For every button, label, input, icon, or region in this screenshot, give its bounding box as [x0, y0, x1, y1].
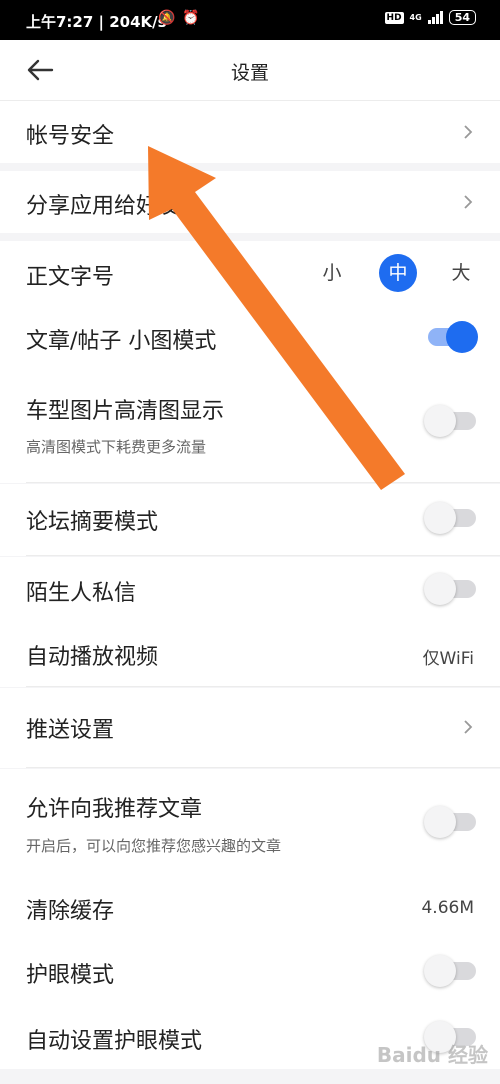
- divider: [26, 555, 500, 556]
- stranger-pm-toggle[interactable]: [424, 573, 478, 605]
- auto-eye-care-label: 自动设置护眼模式: [26, 1029, 203, 1054]
- font-size-medium-option[interactable]: 中: [379, 254, 417, 292]
- forum-summary-label: 论坛摘要模式: [26, 510, 159, 535]
- push-settings-row[interactable]: 推送设置: [0, 688, 500, 768]
- divider: [26, 482, 500, 483]
- hd-images-toggle[interactable]: [424, 405, 478, 437]
- page-title: 设置: [230, 62, 269, 84]
- network-type: 4G: [409, 12, 422, 22]
- divider: [26, 686, 500, 687]
- divider: [26, 767, 500, 768]
- chevron-right-icon: [464, 125, 473, 139]
- font-size-label: 正文字号: [26, 265, 115, 290]
- cache-size-value: 4.66M: [421, 898, 474, 918]
- status-bar: 上午7:27 | 204K/s 🔕 ⏰ HD 4G 54: [0, 0, 500, 40]
- hd-badge: HD: [384, 11, 404, 24]
- forum-summary-row: 论坛摘要模式: [0, 484, 500, 556]
- autoplay-video-value: 仅WiFi: [422, 649, 474, 669]
- signal-icon: [427, 11, 443, 24]
- clear-cache-label: 清除缓存: [26, 899, 115, 924]
- share-app-row[interactable]: 分享应用给好友: [0, 171, 500, 233]
- small-image-mode-label: 文章/帖子 小图模式: [26, 329, 217, 354]
- small-image-mode-row: 文章/帖子 小图模式: [0, 305, 500, 369]
- alarm-icon: ⏰: [182, 10, 200, 26]
- hd-images-row: 车型图片高清图显示 高清图模式下耗费更多流量: [0, 369, 500, 483]
- account-security-row[interactable]: 帐号安全: [0, 101, 500, 163]
- font-size-large-option[interactable]: 大: [442, 254, 480, 292]
- share-app-label: 分享应用给好友: [26, 194, 181, 219]
- eye-care-label: 护眼模式: [26, 963, 115, 988]
- hd-images-label: 车型图片高清图显示: [26, 399, 225, 424]
- recommend-articles-row: 允许向我推荐文章 开启后，可以向您推荐您感兴趣的文章: [0, 769, 500, 873]
- push-settings-label: 推送设置: [26, 718, 115, 743]
- top-app-bar: 设置: [0, 40, 500, 101]
- mute-icon: 🔕: [158, 10, 176, 26]
- clear-cache-row[interactable]: 清除缓存 4.66M: [0, 873, 500, 941]
- recommend-articles-label: 允许向我推荐文章: [26, 797, 203, 822]
- small-image-mode-toggle[interactable]: [424, 321, 478, 353]
- font-size-small-option[interactable]: 小: [313, 254, 351, 292]
- chevron-right-icon: [464, 195, 473, 209]
- recommend-articles-toggle[interactable]: [424, 806, 478, 838]
- hd-images-description: 高清图模式下耗费更多流量: [26, 438, 207, 456]
- recommend-articles-description: 开启后，可以向您推荐您感兴趣的文章: [26, 837, 282, 855]
- account-security-label: 帐号安全: [26, 124, 115, 149]
- stranger-pm-label: 陌生人私信: [26, 581, 137, 606]
- battery-icon: 54: [448, 10, 476, 25]
- forum-summary-toggle[interactable]: [424, 502, 478, 534]
- autoplay-video-row[interactable]: 自动播放视频 仅WiFi: [0, 621, 500, 687]
- baidu-watermark: Baidu 经验: [376, 1043, 488, 1067]
- eye-care-row: 护眼模式: [0, 941, 500, 1005]
- stranger-pm-row: 陌生人私信: [0, 557, 500, 621]
- eye-care-toggle[interactable]: [424, 955, 478, 987]
- font-size-row: 正文字号 小 中 大: [0, 241, 500, 305]
- autoplay-video-label: 自动播放视频: [26, 645, 159, 670]
- status-time-speed: 上午7:27 | 204K/s: [26, 13, 167, 31]
- chevron-right-icon: [464, 720, 473, 734]
